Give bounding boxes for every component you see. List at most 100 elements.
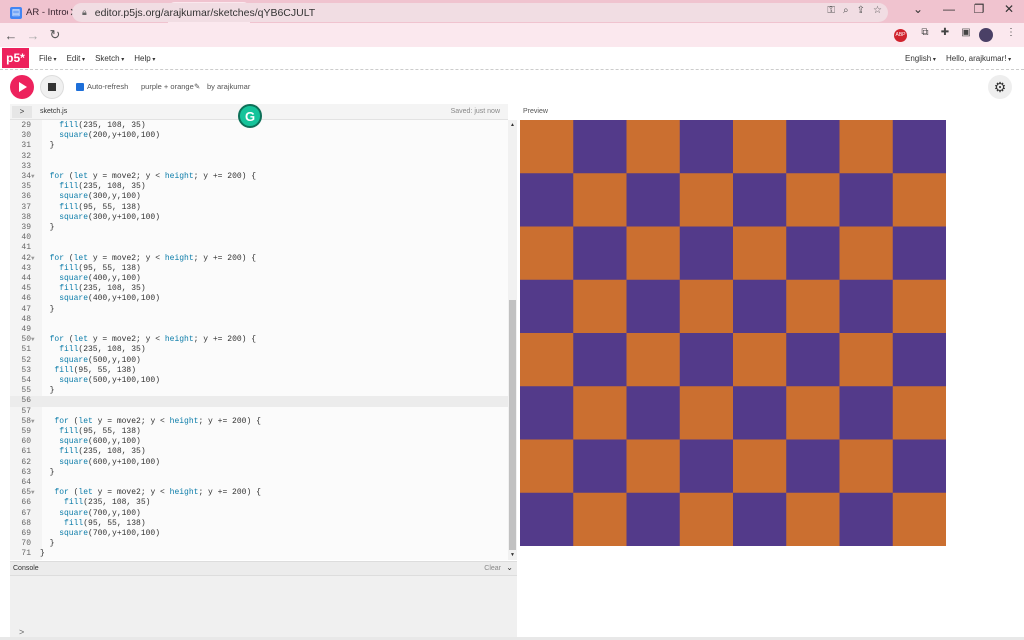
console-clear-button[interactable]: Clear — [484, 565, 501, 572]
code-line[interactable]: 35 fill(235, 108, 35) — [10, 182, 508, 192]
code-line[interactable]: 69 square(700,y+100,100) — [10, 529, 508, 539]
grammarly-icon[interactable]: G — [238, 104, 262, 128]
editor-scrollbar[interactable]: ▲ ▼ — [508, 120, 517, 560]
code-text: } — [40, 549, 45, 559]
code-line[interactable]: 40 — [10, 233, 508, 243]
code-line[interactable]: 64 — [10, 478, 508, 488]
tab-search-chevron-icon[interactable]: ⌄ — [905, 2, 931, 16]
code-line[interactable]: 68 fill(95, 55, 138) — [10, 519, 508, 529]
play-button[interactable] — [10, 75, 34, 99]
menu-file[interactable]: File — [39, 54, 57, 63]
key-icon[interactable]: ⚿ — [827, 5, 835, 16]
code-line[interactable]: 53 fill(95, 55, 138) — [10, 366, 508, 376]
code-line[interactable]: 41 — [10, 243, 508, 253]
code-line[interactable]: 34 ▼ for (let y = move2; y < height; y +=… — [10, 172, 508, 182]
menu-sketch[interactable]: Sketch — [95, 54, 124, 63]
code-line[interactable]: 39 } — [10, 223, 508, 233]
author-link[interactable]: by arajkumar — [207, 82, 250, 91]
code-line[interactable]: 61 fill(235, 108, 35) — [10, 447, 508, 457]
sketch-name[interactable]: purple + orange — [141, 82, 194, 91]
code-line[interactable]: 50 ▼ for (let y = move2; y < height; y +=… — [10, 335, 508, 345]
code-text: for (let y = move2; y < height; y += 200… — [49, 335, 257, 345]
user-menu[interactable]: Hello, arajkumar! — [946, 54, 1011, 63]
browser-menu-icon[interactable]: ⋮ — [1002, 27, 1020, 38]
code-line[interactable]: 42 ▼ for (let y = move2; y < height; y +=… — [10, 254, 508, 264]
code-line[interactable]: 38 square(300,y+100,100) — [10, 213, 508, 223]
close-window-icon[interactable]: ✕ — [996, 2, 1022, 16]
code-line[interactable]: 70 } — [10, 539, 508, 549]
sketch-preview-canvas[interactable] — [520, 120, 946, 546]
code-line[interactable]: 30 square(200,y+100,100) — [10, 131, 508, 141]
line-number: 40 — [21, 233, 31, 243]
code-line[interactable]: 51 fill(235, 108, 35) — [10, 345, 508, 355]
code-line[interactable]: 33 — [10, 162, 508, 172]
code-line[interactable]: 45 fill(235, 108, 35) — [10, 284, 508, 294]
language-selector[interactable]: English — [905, 54, 936, 63]
fold-arrow-icon[interactable]: ▼ — [31, 488, 39, 498]
settings-gear-icon[interactable]: ⚙ — [988, 75, 1012, 99]
line-number: 63 — [21, 467, 31, 477]
adblock-extension-icon[interactable]: ABP — [894, 29, 907, 42]
line-number: 51 — [21, 345, 31, 355]
code-line[interactable]: 60 square(600,y,100) — [10, 437, 508, 447]
code-line[interactable]: 44 square(400,y,100) — [10, 274, 508, 284]
code-line[interactable]: 52 square(500,y,100) — [10, 356, 508, 366]
menu-edit[interactable]: Edit — [67, 54, 85, 63]
screenshot-extension-icon[interactable]: ⧉ — [916, 27, 934, 38]
code-line[interactable]: 46 square(400,y+100,100) — [10, 294, 508, 304]
code-line[interactable]: 62 square(600,y+100,100) — [10, 458, 508, 468]
code-line[interactable]: 37 fill(95, 55, 138) — [10, 203, 508, 213]
code-line[interactable]: 57 — [10, 407, 508, 417]
forward-icon[interactable]: → — [22, 28, 44, 43]
zoom-icon[interactable]: ⌕ — [843, 5, 849, 16]
code-line[interactable]: 56 — [10, 396, 508, 407]
code-line[interactable]: 48 — [10, 315, 508, 325]
side-panel-icon[interactable]: ▣ — [957, 27, 975, 38]
sidebar-toggle-chevron-icon[interactable]: > — [12, 106, 32, 118]
code-text: fill(235, 108, 35) — [59, 345, 146, 355]
code-line[interactable]: 66 fill(235, 108, 35) — [10, 498, 508, 508]
code-editor[interactable]: 29 fill(235, 108, 35) 30 square(200,y+100… — [10, 120, 508, 560]
lock-icon[interactable]: 🔒︎ — [82, 7, 87, 18]
line-number: 42 — [21, 253, 31, 263]
code-line[interactable]: 49 — [10, 325, 508, 335]
p5-logo[interactable]: p5* — [2, 48, 29, 68]
code-line[interactable]: 55 } — [10, 386, 508, 396]
bookmark-star-icon[interactable]: ☆ — [873, 5, 882, 16]
code-line[interactable]: 32 — [10, 152, 508, 162]
code-line[interactable]: 47 } — [10, 305, 508, 315]
profile-avatar[interactable] — [979, 28, 993, 42]
scroll-down-icon[interactable]: ▼ — [510, 552, 515, 558]
fold-arrow-icon[interactable]: ▼ — [31, 172, 39, 182]
stop-button[interactable] — [40, 75, 64, 99]
back-icon[interactable]: ← — [0, 28, 22, 43]
code-line[interactable]: 43 fill(95, 55, 138) — [10, 264, 508, 274]
code-line[interactable]: 63 } — [10, 468, 508, 478]
code-line[interactable]: 54 square(500,y+100,100) — [10, 376, 508, 386]
extensions-puzzle-icon[interactable]: ✚ — [936, 27, 954, 38]
scroll-up-icon[interactable]: ▲ — [510, 122, 515, 128]
code-line[interactable]: 58 ▼ for (let y = move2; y < height; y +=… — [10, 417, 508, 427]
restore-window-icon[interactable]: ❐ — [966, 2, 992, 16]
console-prompt[interactable]: > — [19, 627, 24, 637]
auto-refresh-checkbox[interactable] — [76, 83, 84, 91]
edit-name-pencil-icon[interactable]: ✎ — [194, 82, 200, 91]
console-collapse-chevron-icon[interactable]: ⌄ — [506, 563, 513, 572]
url-bar[interactable]: 🔒︎ editor.p5js.org/arajkumar/sketches/qY… — [72, 3, 888, 22]
code-line[interactable]: 36 square(300,y,100) — [10, 192, 508, 202]
minimize-window-icon[interactable]: — — [936, 2, 962, 16]
fold-arrow-icon[interactable]: ▼ — [31, 417, 39, 427]
share-icon[interactable]: ⇪ — [857, 5, 865, 16]
reload-icon[interactable]: ↻ — [44, 27, 66, 43]
fold-arrow-icon[interactable]: ▼ — [31, 335, 39, 345]
fold-arrow-icon[interactable]: ▼ — [31, 254, 39, 264]
code-line[interactable]: 31 } — [10, 141, 508, 151]
code-line[interactable]: 65 ▼ for (let y = move2; y < height; y +=… — [10, 488, 508, 498]
code-line[interactable]: 67 square(700,y,100) — [10, 509, 508, 519]
code-line[interactable]: 71} — [10, 549, 508, 559]
code-line[interactable]: 59 fill(95, 55, 138) — [10, 427, 508, 437]
line-number: 31 — [21, 141, 31, 151]
scrollbar-thumb[interactable] — [509, 300, 516, 550]
menu-help[interactable]: Help — [134, 54, 155, 63]
line-number: 37 — [21, 202, 31, 212]
